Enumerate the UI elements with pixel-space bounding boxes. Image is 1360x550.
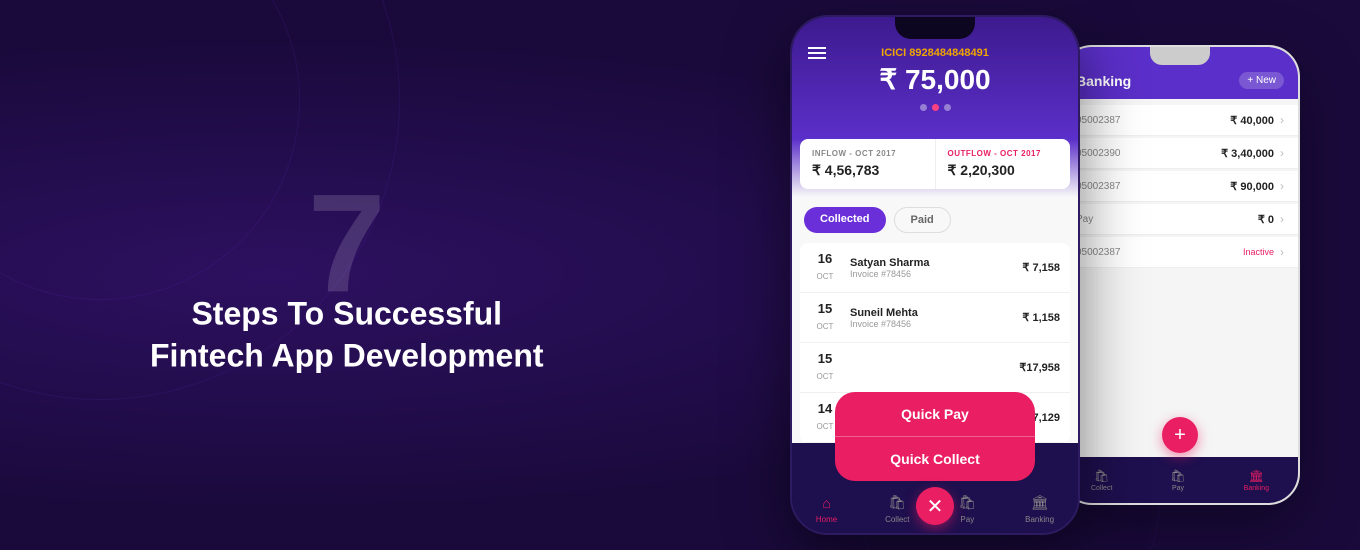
nav-home[interactable]: ⌂ Home — [816, 493, 837, 524]
phone-top-bar: ICICI 8928484848491 ₹ 75,000 — [792, 17, 1078, 139]
phone2-new-btn[interactable]: + New — [1239, 72, 1284, 89]
transaction-date: 15 OCT — [810, 301, 840, 334]
chevron-right-icon: › — [1280, 146, 1284, 160]
nav-home-label: Home — [816, 515, 837, 524]
transaction-amount: ₹ 1,158 — [1022, 311, 1060, 324]
list-item: 05002387 Inactive › — [1062, 237, 1298, 268]
nav-collect-label: Collect — [885, 515, 909, 524]
list-item: 05002387 ₹ 40,000 › — [1062, 105, 1298, 136]
balance-amount: ₹ 75,000 — [808, 63, 1062, 96]
banking-icon: 🏛 — [1249, 469, 1264, 483]
chevron-right-icon: › — [1280, 113, 1284, 127]
transaction-date: 16 OCT — [810, 251, 840, 284]
pay-icon: 🛍 — [1170, 469, 1185, 483]
table-row: 15 OCT Suneil Mehta Invoice #78456 ₹ 1,1… — [800, 293, 1070, 343]
nav-pay[interactable]: 🛍 Pay — [957, 493, 977, 524]
list-item: 05002390 ₹ 3,40,000 › — [1062, 138, 1298, 169]
hamburger-menu[interactable] — [808, 47, 826, 59]
transaction-amount: ₹17,958 — [1019, 361, 1060, 374]
tab-collected[interactable]: Collected — [804, 207, 886, 233]
steps-text: Steps To Successful Fintech App Developm… — [150, 293, 544, 376]
plus-button[interactable]: + — [1162, 417, 1198, 453]
inflow-section: INFLOW - OCT 2017 ₹ 4,56,783 — [800, 139, 936, 189]
collect-icon: 🛍 — [887, 493, 907, 513]
nav-collect[interactable]: 🛍 Collect — [885, 493, 909, 524]
phone2-content: 05002387 ₹ 40,000 › 05002390 ₹ 3,40,000 … — [1062, 99, 1298, 276]
transaction-info: Satyan Sharma Invoice #78456 — [850, 257, 1022, 279]
transaction-amount: ₹ 7,158 — [1022, 261, 1060, 274]
collect-icon: 🛍 — [1094, 469, 1109, 483]
nav-banking[interactable]: 🏛 Banking — [1025, 493, 1054, 524]
chevron-right-icon: › — [1280, 245, 1284, 259]
banking-icon: 🏛 — [1030, 493, 1050, 513]
table-row: 16 OCT Satyan Sharma Invoice #78456 ₹ 7,… — [800, 243, 1070, 293]
phone2-bottom-nav: 🛍 Collect 🛍 Pay 🏛 Banking — [1062, 457, 1298, 503]
outflow-section: OUTFLOW - OCT 2017 ₹ 2,20,300 — [936, 139, 1071, 189]
flow-section: INFLOW - OCT 2017 ₹ 4,56,783 OUTFLOW - O… — [800, 139, 1070, 189]
chevron-right-icon: › — [1280, 179, 1284, 193]
inflow-label: INFLOW - OCT 2017 — [812, 149, 923, 158]
carousel-dots — [808, 104, 1062, 111]
big-number: 7 — [150, 173, 544, 313]
chevron-right-icon: › — [1280, 212, 1284, 226]
phone2-nav-collect[interactable]: 🛍 Collect — [1091, 469, 1112, 492]
table-row: 15 OCT ₹17,958 — [800, 343, 1070, 393]
bank-name: ICICI 8928484848491 — [808, 47, 1062, 59]
phone2-title: Banking — [1076, 73, 1131, 89]
home-icon: ⌂ — [817, 493, 837, 513]
nav-pay-label: Pay — [960, 515, 974, 524]
outflow-label: OUTFLOW - OCT 2017 — [948, 149, 1059, 158]
close-button[interactable]: ✕ — [916, 487, 954, 525]
nav-banking-label: Banking — [1025, 515, 1054, 524]
phone-main: ICICI 8928484848491 ₹ 75,000 INFLOW - OC… — [790, 15, 1080, 535]
tab-paid[interactable]: Paid — [894, 207, 951, 233]
phone2-nav-banking[interactable]: 🏛 Banking — [1244, 469, 1269, 492]
outflow-amount: ₹ 2,20,300 — [948, 162, 1059, 179]
quick-actions-popup[interactable]: Quick Pay Quick Collect — [835, 392, 1035, 481]
list-item: Pay ₹ 0 › — [1062, 204, 1298, 235]
phone2-nav-pay[interactable]: 🛍 Pay — [1170, 469, 1185, 492]
quick-pay-button[interactable]: Quick Pay — [835, 392, 1035, 437]
phone2-header: Banking + New — [1062, 47, 1298, 99]
pay-icon: 🛍 — [957, 493, 977, 513]
transaction-date: 15 OCT — [810, 351, 840, 384]
list-item: 05002387 ₹ 90,000 › — [1062, 171, 1298, 202]
dot-2 — [932, 104, 939, 111]
phones-container: ICICI 8928484848491 ₹ 75,000 INFLOW - OC… — [790, 0, 1300, 550]
phone-second: Banking + New 05002387 ₹ 40,000 › 050023… — [1060, 45, 1300, 505]
quick-collect-button[interactable]: Quick Collect — [835, 437, 1035, 481]
tabs-container: Collected Paid — [800, 207, 1070, 233]
left-section: 7 Steps To Successful Fintech App Develo… — [150, 173, 544, 376]
dot-3 — [944, 104, 951, 111]
inflow-amount: ₹ 4,56,783 — [812, 162, 923, 179]
transaction-info: Suneil Mehta Invoice #78456 — [850, 307, 1022, 329]
dot-1 — [920, 104, 927, 111]
